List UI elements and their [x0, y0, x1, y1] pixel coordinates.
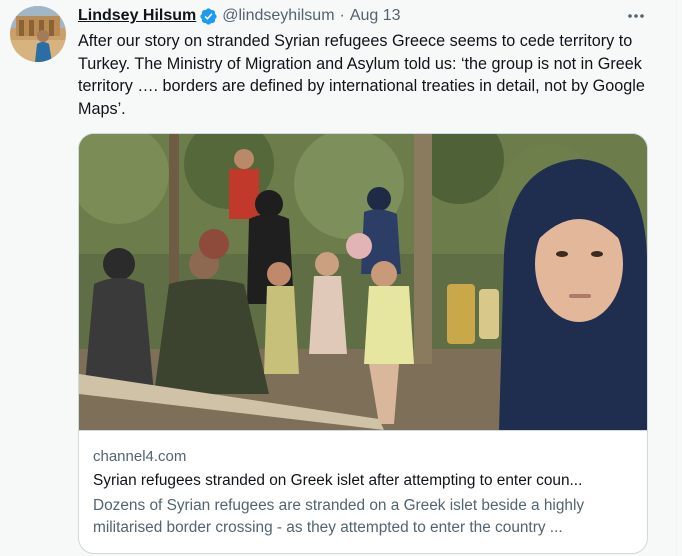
link-card[interactable]: channel4.com Syrian refugees stranded on… [78, 133, 648, 554]
card-image [79, 134, 647, 431]
more-options-icon[interactable] [624, 6, 648, 26]
tweet-header: Lindsey Hilsum @lindseyhilsum · Aug 13 [78, 5, 401, 27]
tweet-text: After our story on stranded Syrian refug… [78, 32, 645, 118]
author-handle[interactable]: @lindseyhilsum [222, 7, 334, 25]
tweet-date[interactable]: Aug 13 [350, 7, 401, 25]
separator-dot: · [339, 7, 345, 24]
card-description: Dozens of Syrian refugees are stranded o… [93, 497, 585, 536]
avatar-image [10, 6, 66, 62]
author-name[interactable]: Lindsey Hilsum [78, 7, 196, 25]
card-title: Syrian refugees stranded on Greek islet … [93, 472, 583, 489]
avatar[interactable] [10, 6, 66, 62]
verified-badge-icon [199, 7, 218, 26]
card-domain: channel4.com [93, 448, 187, 465]
tweet[interactable]: Lindsey Hilsum @lindseyhilsum · Aug 13 A… [0, 0, 677, 556]
